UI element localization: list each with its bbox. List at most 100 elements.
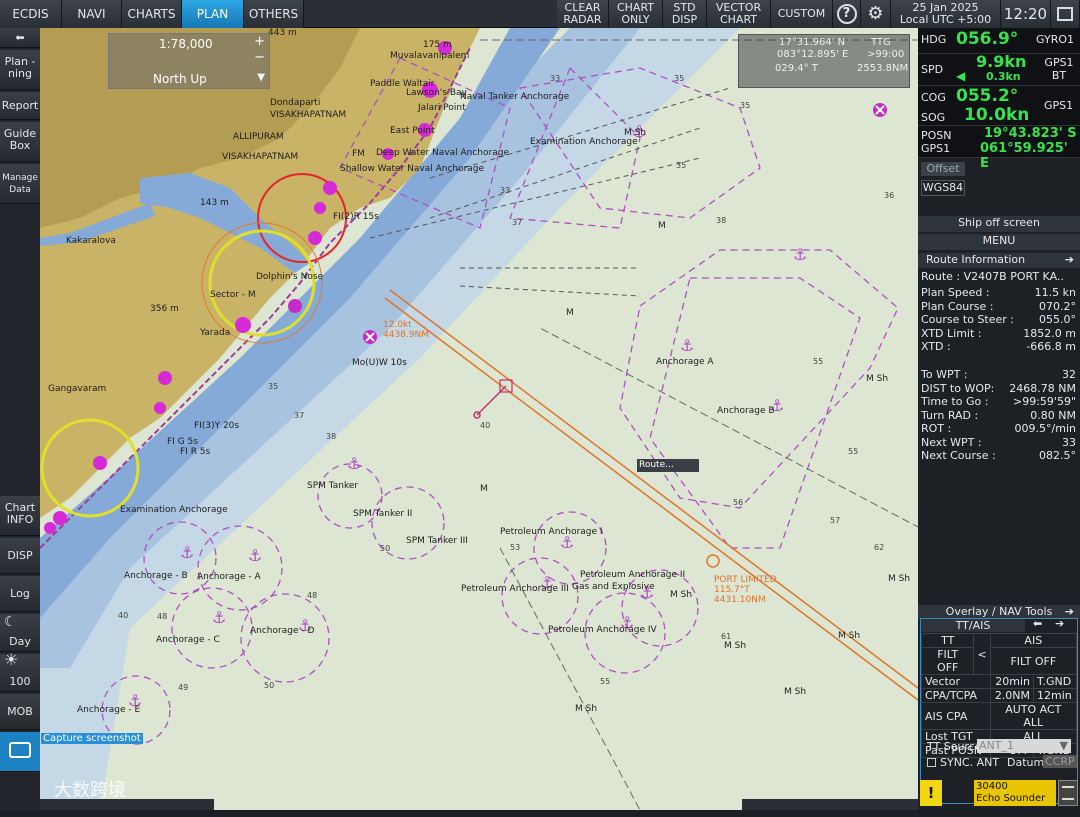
vector-chart-button[interactable]: VECTOR CHART [707, 0, 771, 28]
tab-charts[interactable]: CHARTS [122, 0, 182, 28]
capture-button[interactable] [0, 732, 40, 772]
cog-source[interactable]: GPS1 [1044, 99, 1073, 112]
ttg-value: >99:00 [867, 49, 905, 60]
datum-value[interactable]: CCRP [1043, 755, 1077, 768]
datum-display: WGS84 [921, 180, 965, 196]
menu-button[interactable]: MENU [918, 234, 1080, 250]
swap-icon[interactable]: < [973, 633, 991, 675]
cursor-lat: 17°31.964' N [779, 37, 846, 48]
disp-button[interactable]: DISP [0, 538, 40, 574]
alert-list-button[interactable] [1058, 780, 1078, 806]
scale-value[interactable]: 1:78,000 [159, 37, 213, 51]
arrow-right-icon[interactable]: ➔ [1065, 253, 1074, 266]
tcpa-value[interactable]: 12min [1033, 688, 1077, 703]
back-button[interactable]: ⬅ [0, 28, 40, 48]
hdg-value: 056.9° [956, 29, 1019, 49]
ais-filter-button[interactable]: FILT OFF [989, 647, 1078, 675]
route-info-value: >99:59'59" [1013, 395, 1076, 408]
tab-ecdis[interactable]: ECDIS [0, 0, 62, 28]
clear-radar-button[interactable]: CLEAR RADAR [557, 0, 609, 28]
light-label: FI(3)Y 20s [194, 421, 240, 431]
mob-button[interactable]: MOB [0, 694, 40, 730]
vector-time[interactable]: 20min [989, 674, 1035, 689]
cursor-lon: 083°12.895' E [777, 49, 849, 60]
log-button[interactable]: Log [0, 576, 40, 612]
place-label: Lawson's Bay [406, 88, 467, 98]
offset-button[interactable]: Offset [921, 162, 965, 176]
tt-source-select[interactable]: ANT_1 ▼ [977, 739, 1071, 753]
ais-cpa-value[interactable]: AUTO ACT ALL [989, 702, 1078, 730]
alert-message[interactable]: 30400 Echo Sounder .. [974, 780, 1056, 816]
cursor-distance: 2553.8NM [857, 63, 909, 74]
route-speed: 12.0kt [383, 320, 412, 330]
sog-label: SOG [921, 111, 946, 124]
arrow-left-icon[interactable]: ⬅ [1033, 617, 1042, 630]
day-night-button[interactable]: ☾ Day [0, 614, 40, 652]
sun-icon: ☀ [4, 650, 19, 669]
anchorage-label: Shallow Water Naval Anchorage [340, 164, 485, 174]
camera-icon [9, 742, 31, 758]
seabed-label: M Sh [784, 687, 807, 697]
chart-area[interactable]: ⚓ ⚓ ⚓ ⚓ ⚓ ⚓ ⚓ ⚓ ⚓ ⚓ ⚓ ⚓ ⚓ ⚓ Dondaparti VISAKHAPATN… [40, 28, 918, 810]
tab-plan[interactable]: PLAN [182, 0, 244, 28]
zoom-in-icon[interactable]: + [254, 34, 265, 49]
anchorage-label: Anchorage - C [156, 635, 220, 645]
place-label: East Point [390, 126, 435, 136]
screen-button[interactable] [1051, 0, 1080, 28]
sync-ant-checkbox[interactable] [927, 758, 936, 767]
planning-button[interactable]: Plan -ning [0, 50, 40, 90]
anchorage-label: Examination Anchorage [530, 137, 638, 147]
hdg-source[interactable]: GYRO1 [1036, 33, 1074, 46]
posn-label: POSN [921, 129, 952, 142]
custom-button[interactable]: CUSTOM [771, 0, 833, 28]
alert-text: Echo Sounder .. [976, 793, 1046, 816]
brightness-button[interactable]: ☀ 100 [0, 650, 40, 692]
manage-data-button[interactable]: Manage Data [0, 164, 40, 204]
vector-mode[interactable]: T.GND [1033, 674, 1077, 689]
seabed-label: M Sh [866, 374, 889, 384]
gears-icon: ⚙ [867, 3, 884, 24]
arrow-right-icon[interactable]: ➔ [1065, 605, 1074, 618]
scale-panel: 1:78,000 + − North Up ▼ [108, 33, 270, 89]
tt-label: TT [920, 633, 975, 648]
chart-info-button[interactable]: Chart INFO [0, 496, 40, 536]
tt-ais-panel: TT/AIS ⬅ ➔ TT < AIS FILT OFF FILT OFF Vecto… [920, 617, 1078, 804]
route-info-value: 1852.0 m [1023, 326, 1076, 340]
guide-box-button[interactable]: Guide Box [0, 122, 40, 162]
tab-navi[interactable]: NAVI [62, 0, 122, 28]
datum-label: Datum: [1007, 756, 1048, 769]
sync-ant-label: SYNC. ANT [940, 756, 1000, 769]
cpa-label: CPA/TCPA [921, 688, 991, 703]
help-button[interactable]: ? [833, 0, 861, 28]
anchorage-label: SPM Tanker III [406, 536, 468, 546]
alert-icon[interactable]: ! [920, 780, 942, 806]
tab-others[interactable]: OTHERS [244, 0, 304, 28]
chart-only-button[interactable]: CHART ONLY [609, 0, 663, 28]
seabed-label: M [480, 484, 488, 494]
ais-label: AIS [989, 633, 1078, 648]
std-disp-button[interactable]: STD DISP [663, 0, 707, 28]
list-icon [1062, 786, 1074, 800]
tab-tt-ais[interactable]: TT/AIS [921, 619, 1025, 632]
zoom-out-icon[interactable]: − [254, 50, 265, 65]
tt-filter-button[interactable]: FILT OFF [920, 647, 975, 675]
report-button[interactable]: Report [0, 92, 40, 120]
route-info-value: 32 [1062, 368, 1076, 381]
cursor-info-box: 17°31.964' N TTG 083°12.895' E >99:00 02… [738, 34, 910, 88]
place-label: Yarada [200, 328, 231, 338]
posn-source[interactable]: GPS1 [921, 142, 950, 155]
route-tag[interactable]: Route... [639, 460, 674, 470]
arrow-right-icon[interactable]: ➔ [1055, 617, 1064, 630]
place-label: VISAKHAPATNAM [270, 110, 347, 120]
cpa-value[interactable]: 2.0NM [989, 688, 1035, 703]
chevron-down-icon[interactable]: ▼ [257, 72, 265, 83]
orientation-mode[interactable]: North Up [153, 72, 207, 86]
settings-button[interactable]: ⚙ [861, 0, 891, 28]
help-icon: ? [836, 4, 857, 24]
alert-code: 30400 [976, 781, 1008, 792]
spd-source[interactable]: GPS1 BT [1042, 56, 1076, 82]
place-label: FM [352, 149, 365, 159]
route-info-label: Time to Go : [921, 395, 989, 408]
route-info-label: XTD : [921, 340, 951, 353]
clock-time: 12:20 [1001, 0, 1051, 28]
